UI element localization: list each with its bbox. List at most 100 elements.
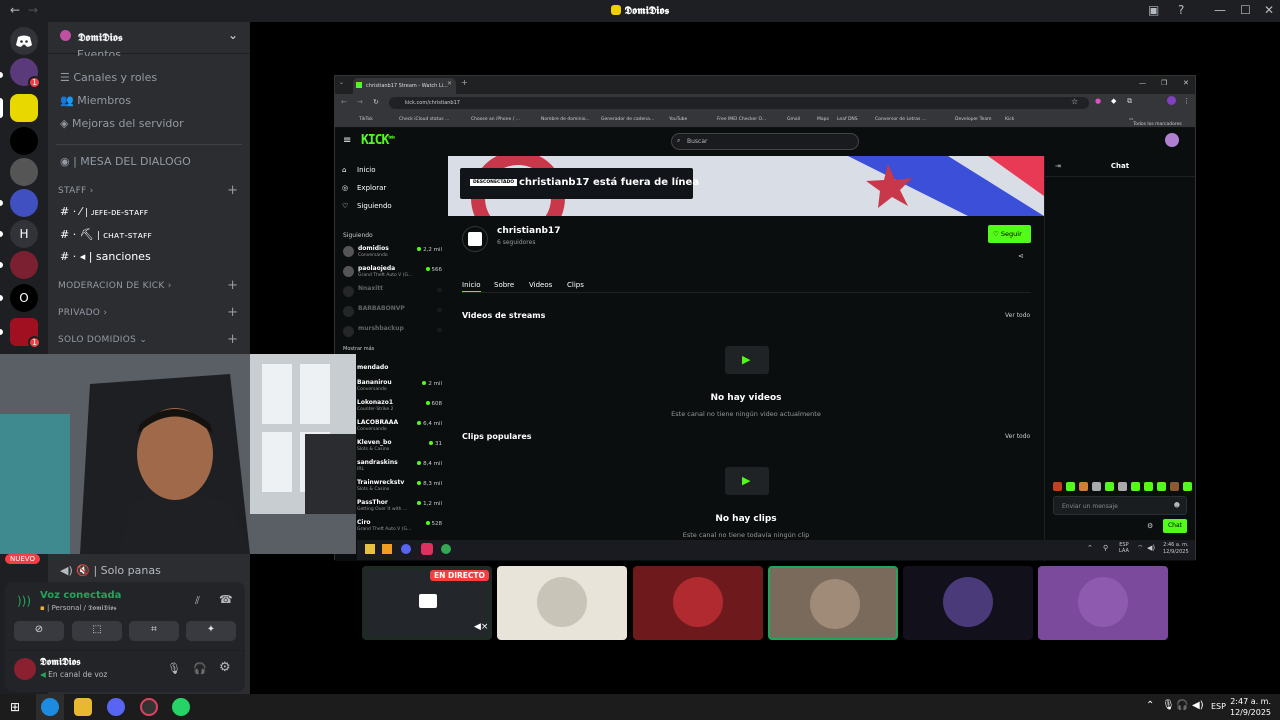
bookmark-item[interactable]: Leaf DNS: [837, 117, 858, 122]
extension-icon[interactable]: ◆: [1111, 97, 1116, 105]
bookmark-item[interactable]: Developer Team: [955, 117, 991, 122]
followed-channel[interactable]: paolaojeda Grand Theft Auto V (G... 566: [343, 264, 446, 282]
whatsapp-icon[interactable]: [172, 698, 190, 716]
user-avatar[interactable]: [14, 658, 36, 680]
nav-explore[interactable]: ◎ Explorar: [342, 184, 386, 192]
tray-clock[interactable]: 2:47 a. m. 12/9/2025: [1230, 696, 1271, 718]
see-all-clips-link[interactable]: Ver todo: [1005, 433, 1030, 440]
emote-icon[interactable]: [1118, 482, 1127, 491]
participant-tile-speaking[interactable]: [768, 566, 898, 640]
recommended-channel[interactable]: Trainwreckstv Slots & Casino 8,3 mil: [357, 478, 446, 496]
address-bar[interactable]: kick.com/christianb17: [389, 97, 1089, 109]
forward-icon[interactable]: →: [357, 98, 363, 106]
extension-icon[interactable]: ●: [1095, 97, 1101, 105]
emote-icon[interactable]: [1092, 482, 1101, 491]
tray-wifi-icon[interactable]: ⌔: [1137, 544, 1144, 553]
category-solo[interactable]: SOLO DOMIDIOS ⌄: [58, 335, 147, 345]
channel-members[interactable]: 👥 Miembros: [60, 94, 131, 107]
bookmark-item[interactable]: Generador de cadena...: [601, 117, 654, 122]
channel-chatstaff[interactable]: # · ⛏ | ᴄʜᴀᴛ-ꜱᴛᴀꜰꜰ: [60, 228, 152, 241]
kick-user-avatar[interactable]: [1165, 133, 1179, 147]
channel-sanciones[interactable]: # · ◂ | sanciones: [60, 250, 151, 263]
server-avatar[interactable]: [10, 251, 38, 279]
bookmark-item[interactable]: Maps: [817, 117, 829, 122]
channel-tab[interactable]: Sobre: [494, 281, 514, 289]
server-h[interactable]: H: [10, 220, 38, 248]
search-input[interactable]: ⌕ Buscar: [671, 133, 859, 150]
participant-tile[interactable]: [903, 566, 1033, 640]
reload-icon[interactable]: ↻: [373, 98, 379, 106]
discord-icon[interactable]: [401, 544, 411, 554]
channel-jefe[interactable]: # · ⁄ | ᴊᴇꜰᴇ-ᴅᴇ-ꜱᴛᴀꜰꜰ: [60, 205, 148, 218]
all-bookmarks[interactable]: ▭ Todos los marcadores: [1129, 117, 1182, 127]
category-privado[interactable]: PRIVADO ›: [58, 308, 107, 318]
follow-button[interactable]: ♡ Seguir: [988, 225, 1031, 243]
server-dark-icon[interactable]: [10, 127, 38, 155]
bookmark-item[interactable]: Kick: [1005, 117, 1014, 122]
participant-tile-stream[interactable]: EN DIRECTO ◀×: [362, 566, 492, 640]
camera-off-button[interactable]: ⊘: [14, 621, 64, 641]
tray-volume-icon[interactable]: ◀): [1192, 700, 1204, 711]
muted-speaker-icon[interactable]: ◀×: [474, 622, 488, 632]
emote-icon[interactable]: [1144, 482, 1153, 491]
channel-tab[interactable]: Clips: [567, 281, 584, 289]
bookmark-item[interactable]: TikTok: [359, 117, 373, 122]
bookmark-item[interactable]: YouTube: [669, 117, 687, 122]
discord-home-icon[interactable]: [10, 27, 38, 55]
tab-search-icon[interactable]: ⌄: [339, 79, 344, 86]
activity-button[interactable]: ⌗: [129, 621, 179, 641]
category-moderacion[interactable]: MODERACION DE KICK ›: [58, 281, 172, 291]
disconnect-icon[interactable]: ☎: [219, 593, 233, 606]
tray-mic-icon[interactable]: 🎙: [1162, 700, 1175, 711]
discord-icon[interactable]: [107, 698, 125, 716]
help-icon[interactable]: ?: [1178, 3, 1184, 17]
hamburger-menu-icon[interactable]: ≡: [343, 135, 351, 146]
chat-send-button[interactable]: Chat: [1163, 519, 1187, 533]
obs-icon[interactable]: [140, 698, 158, 716]
channel-boost[interactable]: ◈ Mejoras del servidor: [60, 117, 184, 130]
share-icon[interactable]: ⋖: [1018, 252, 1024, 260]
bookmark-item[interactable]: Nombre de dominio...: [541, 117, 590, 122]
show-more-link[interactable]: Mostrar más: [343, 346, 374, 352]
chevron-down-icon[interactable]: ⌄: [228, 28, 238, 42]
extensions-puzzle-icon[interactable]: ⧉: [1127, 97, 1132, 106]
add-channel-icon[interactable]: +: [227, 183, 238, 198]
microphone-icon[interactable]: 🎙: [167, 662, 181, 675]
emote-icon[interactable]: [1053, 482, 1062, 491]
see-all-videos-link[interactable]: Ver todo: [1005, 312, 1030, 319]
app-icon[interactable]: [382, 544, 392, 554]
server-avatar[interactable]: 1: [10, 318, 41, 349]
bookmark-item[interactable]: Free IMEI Checker O...: [717, 117, 766, 122]
followed-channel[interactable]: BARBABONVP ⊘: [343, 304, 446, 322]
channel-tab[interactable]: Videos: [529, 281, 552, 289]
add-channel-icon[interactable]: +: [227, 278, 238, 293]
close-icon[interactable]: ✕: [1264, 3, 1274, 17]
participant-tile[interactable]: [633, 566, 763, 640]
voice-status[interactable]: Voz conectada: [40, 590, 121, 601]
tray-icon[interactable]: ⚲: [1103, 544, 1108, 552]
followed-channel[interactable]: murshbackup ⊘: [343, 324, 446, 342]
browser-minimize-icon[interactable]: —: [1139, 79, 1146, 87]
recommended-channel[interactable]: Lokonazo1 Counter-Strike 2 608: [357, 398, 446, 416]
bookmark-star-icon[interactable]: ☆: [1071, 97, 1078, 106]
server-avatar[interactable]: 1: [10, 58, 41, 89]
category-staff[interactable]: STAFF ›: [58, 186, 94, 196]
add-channel-icon[interactable]: +: [227, 332, 238, 347]
screen-share-button[interactable]: ⬚: [72, 621, 122, 641]
settings-gear-icon[interactable]: ⚙: [219, 660, 231, 675]
tray-chevron-icon[interactable]: ⌃: [1146, 700, 1154, 711]
chrome-icon[interactable]: [441, 544, 451, 554]
tab-close-icon[interactable]: ✕: [447, 80, 452, 87]
tray-volume-icon[interactable]: ◀): [1147, 544, 1155, 552]
channel-avatar[interactable]: [462, 226, 488, 252]
minimize-icon[interactable]: —: [1214, 3, 1226, 17]
back-icon[interactable]: ←: [341, 98, 347, 106]
recommended-channel[interactable]: LACOBRAAA Conversando 6,4 mil: [357, 418, 446, 436]
windows-start-icon[interactable]: ⊞: [10, 700, 20, 714]
tray-headset-icon[interactable]: 🎧: [1176, 700, 1188, 711]
followed-channel[interactable]: domidios Conversando 2,2 mil: [343, 244, 446, 262]
emote-icon[interactable]: [1066, 482, 1075, 491]
tray-clock[interactable]: 2:46 a. m. 12/9/2025: [1163, 542, 1189, 556]
soundboard-button[interactable]: ✦: [186, 621, 236, 641]
emote-icon[interactable]: [1079, 482, 1088, 491]
